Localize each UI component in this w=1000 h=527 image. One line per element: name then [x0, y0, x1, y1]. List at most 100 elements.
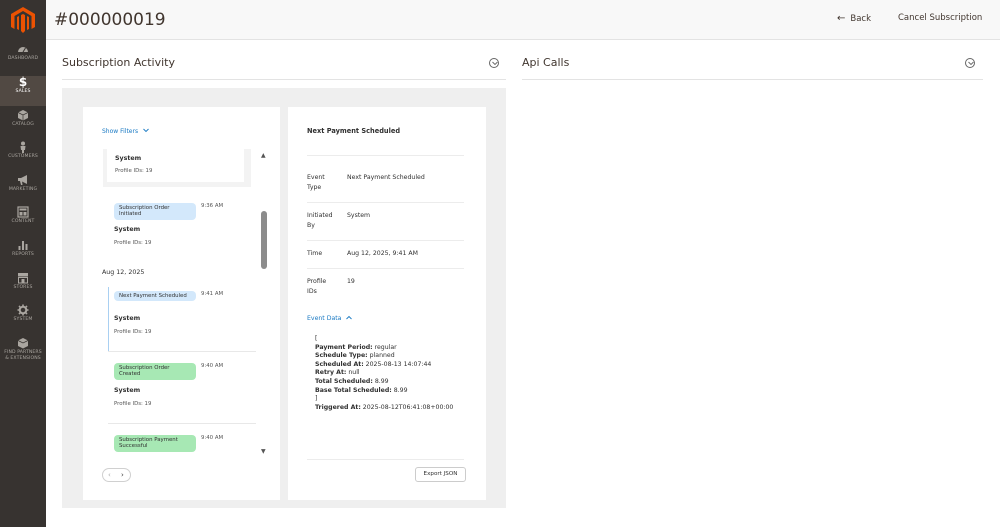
divider [307, 202, 464, 203]
detail-value: Aug 12, 2025, 9:41 AM [347, 250, 418, 257]
nav-label: SYSTEM [13, 317, 33, 322]
store-icon [18, 273, 28, 284]
nav-catalog[interactable]: CATALOG [0, 109, 46, 139]
detail-key: Time [307, 250, 323, 257]
chevron-left-icon[interactable]: ‹ [108, 471, 111, 479]
activity-section-title: Subscription Activity [62, 56, 175, 69]
chevron-right-icon[interactable]: › [121, 471, 124, 479]
divider [307, 268, 464, 269]
event-profile-ids: Profile IDs: 19 [114, 329, 152, 335]
nav-dashboard[interactable]: DASHBOARD [0, 43, 46, 73]
megaphone-icon [18, 175, 27, 185]
person-icon [20, 141, 26, 153]
collapse-api-icon[interactable] [965, 58, 975, 68]
divider [307, 459, 464, 460]
event-detail-panel: Next Payment Scheduled Event Type Next P… [288, 107, 486, 500]
admin-sidebar: DASHBOARD $ SALES CATALOG CUSTOMERS MARK… [0, 0, 46, 527]
nav-marketing[interactable]: MARKETING [0, 174, 46, 204]
json-key: Triggered At: [315, 403, 361, 411]
nav-system[interactable]: SYSTEM [0, 304, 46, 334]
event-type-badge: Subscription Order Initiated [114, 203, 196, 220]
event-profile-ids: Profile IDs: 19 [114, 401, 152, 407]
event-time: 9:36 AM [201, 203, 224, 209]
cancel-subscription-button[interactable]: Cancel Subscription [898, 13, 982, 23]
divider [108, 351, 256, 352]
bar-chart-icon [18, 241, 28, 250]
layout-icon [17, 206, 29, 218]
event-profile-ids: Profile IDs: 19 [114, 240, 152, 246]
event-time: 9:40 AM [201, 435, 224, 441]
nav-label-line2: & EXTENSIONS [5, 355, 41, 361]
json-key: Scheduled At: [315, 360, 364, 368]
back-label: Back [850, 14, 872, 24]
show-filters-label: Show Filters [102, 128, 139, 135]
event-data-toggle[interactable]: Event Data [307, 315, 353, 322]
scroll-up-arrow[interactable]: ▲ [261, 152, 266, 159]
json-value: regular [374, 343, 397, 351]
section-divider [522, 79, 983, 80]
nav-find-partners[interactable]: FIND PARTNERS & EXTENSIONS [0, 337, 46, 371]
nav-label: STORES [13, 285, 33, 290]
event-data-json: [ Payment Period: regular Schedule Type:… [315, 335, 453, 412]
detail-key: Event Type [307, 174, 325, 191]
nav-sales[interactable]: $ SALES [0, 76, 46, 106]
json-key: Base Total Scheduled: [315, 386, 392, 394]
list-item[interactable]: Subscription Order Initiated 9:36 AM Sys… [83, 199, 263, 259]
scrollbar-thumb[interactable] [261, 211, 267, 269]
nav-customers[interactable]: CUSTOMERS [0, 141, 46, 171]
nav-content[interactable]: CONTENT [0, 206, 46, 236]
show-filters-button[interactable]: Show Filters [102, 128, 149, 135]
export-json-button[interactable]: Export JSON [415, 467, 466, 482]
json-value: 8.99 [374, 377, 389, 385]
nav-label: MARKETING [8, 187, 38, 192]
dollar-icon: $ [18, 75, 28, 89]
event-initiator: System [114, 315, 141, 322]
json-key: Schedule Type: [315, 352, 368, 360]
detail-value: Next Payment Scheduled [347, 174, 425, 181]
list-item[interactable]: Subscription Payment Successful 9:40 AM [83, 431, 263, 459]
event-list[interactable]: System Profile IDs: 19 Subscription Orde… [83, 149, 280, 459]
divider [307, 155, 464, 156]
json-key: Payment Period: [315, 343, 373, 351]
page-title: #000000019 [54, 10, 166, 30]
chevron-up-icon [346, 315, 353, 320]
json-line: Payment Period: regular [315, 344, 453, 353]
nav-label: CATALOG [12, 122, 34, 127]
nav-label: FIND PARTNERS [4, 350, 42, 355]
divider [307, 240, 464, 241]
list-item-selected[interactable]: Next Payment Scheduled 9:41 AM System Pr… [83, 287, 263, 352]
detail-value: System [347, 212, 371, 219]
nav-label: CUSTOMERS [8, 154, 38, 159]
event-initiator: System [114, 226, 141, 233]
event-data-label: Event Data [307, 315, 342, 322]
event-type-badge: Subscription Payment Successful [114, 435, 196, 452]
list-item[interactable]: Subscription Order Created 9:40 AM Syste… [83, 359, 263, 419]
scroll-down-arrow[interactable]: ▼ [261, 448, 266, 455]
puzzle-box-icon [17, 338, 29, 349]
nav-label: SALES [15, 89, 31, 94]
detail-key: Initiated By [307, 212, 333, 229]
event-time: 9:40 AM [201, 363, 224, 369]
json-key: Total Scheduled: [315, 377, 373, 385]
back-button[interactable]: ← Back [837, 13, 871, 24]
json-line: Triggered At: 2025-08-12T06:41:08+00:00 [315, 404, 453, 413]
event-list-panel: Show Filters System Profile IDs: 19 Subs… [83, 107, 280, 500]
event-time: 9:41 AM [201, 291, 224, 297]
json-line: Base Total Scheduled: 8.99 [315, 387, 453, 396]
section-divider [62, 79, 506, 80]
collapse-activity-icon[interactable] [489, 58, 499, 68]
list-item[interactable]: System Profile IDs: 19 [103, 149, 251, 187]
json-value: null [348, 369, 360, 377]
chevron-down-icon [143, 128, 149, 133]
gear-icon [17, 304, 29, 316]
nav-stores[interactable]: STORES [0, 272, 46, 302]
nav-label: REPORTS [12, 252, 34, 257]
event-type-badge: Next Payment Scheduled [114, 291, 196, 301]
nav-reports[interactable]: REPORTS [0, 239, 46, 269]
detail-key: Profile IDs [307, 278, 327, 295]
json-bracket-close: ] [315, 395, 318, 403]
magento-logo[interactable] [10, 6, 36, 34]
detail-value: 19 [347, 278, 355, 285]
event-type-badge: Subscription Order Created [114, 363, 196, 380]
box-icon [17, 110, 29, 121]
